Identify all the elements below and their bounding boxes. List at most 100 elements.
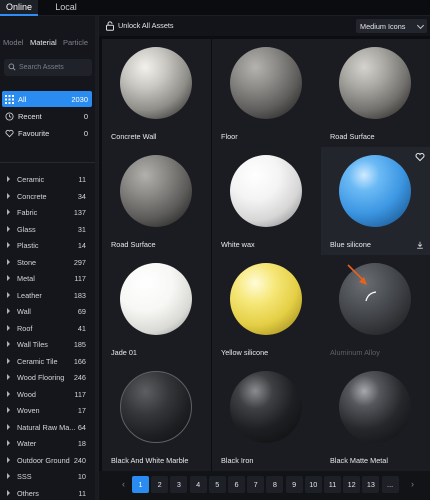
asset-card[interactable]: Black And White Marble: [102, 363, 211, 471]
asset-card[interactable]: Blue silicone: [321, 147, 430, 255]
category-item[interactable]: Natural Raw Ma... 64: [0, 419, 99, 435]
expand-arrow-icon[interactable]: [7, 209, 10, 215]
category-label: Wood Flooring: [17, 373, 65, 382]
expand-arrow-icon[interactable]: [7, 341, 10, 347]
page-number-button[interactable]: 11: [324, 476, 341, 493]
expand-arrow-icon[interactable]: [7, 258, 10, 265]
filter-count: 0: [83, 129, 88, 138]
asset-label: Black And White Marble: [111, 456, 189, 465]
category-item[interactable]: Wood Flooring 246: [0, 369, 99, 385]
expand-arrow-icon[interactable]: [7, 489, 10, 496]
page-number-button[interactable]: 4: [189, 476, 207, 493]
category-count: 64: [77, 422, 86, 432]
category-item[interactable]: Metal 117: [0, 270, 99, 286]
expand-arrow-icon[interactable]: [7, 473, 10, 479]
category-count: 183: [73, 290, 86, 300]
lock-icon: [106, 21, 114, 31]
favourite-heart-icon[interactable]: [415, 152, 425, 162]
page-number-button[interactable]: 12: [343, 476, 361, 493]
search-input[interactable]: [19, 61, 89, 74]
asset-card[interactable]: Yellow silicone: [212, 255, 321, 363]
unlock-all-button[interactable]: Unlock All Assets: [105, 19, 183, 33]
expand-arrow-icon[interactable]: [7, 374, 10, 380]
expand-arrow-icon[interactable]: [7, 407, 10, 413]
download-icon[interactable]: [416, 241, 424, 249]
asset-grid: Concrete Wall Floor Road Surface Road Surfa…: [99, 36, 430, 471]
page-number-button[interactable]: 7: [247, 476, 265, 493]
next-page-button[interactable]: ›: [404, 476, 421, 493]
page-number-button[interactable]: 9: [285, 476, 303, 493]
prev-page-button[interactable]: ‹: [115, 476, 132, 493]
filter-label: Favourite: [18, 129, 50, 138]
page-number-button[interactable]: 1: [132, 476, 149, 493]
expand-arrow-icon[interactable]: [7, 456, 10, 463]
expand-arrow-icon[interactable]: [7, 308, 10, 314]
category-item[interactable]: Wall Tiles 185: [0, 336, 99, 352]
page-number-button[interactable]: 2: [151, 476, 169, 493]
category-label: Roof: [17, 323, 33, 333]
page-number-button[interactable]: 6: [228, 476, 245, 493]
page-number-button[interactable]: 3: [170, 476, 188, 493]
category-item[interactable]: Others 11: [0, 485, 99, 500]
material-preview-sphere: [120, 263, 192, 335]
page-number-button[interactable]: 13: [362, 476, 380, 493]
grid-icon: [5, 95, 14, 104]
expand-arrow-icon[interactable]: [7, 291, 10, 298]
tab-online[interactable]: Online: [0, 0, 38, 16]
category-item[interactable]: Water 18: [0, 435, 99, 451]
category-item[interactable]: Fabric 137: [0, 204, 99, 220]
page-number-button[interactable]: 5: [208, 476, 226, 493]
category-item[interactable]: SSS 10: [0, 468, 99, 484]
asset-label: Aluminum Alloy: [330, 348, 380, 357]
page-number-button[interactable]: 10: [304, 476, 322, 493]
asset-card[interactable]: Road Surface: [102, 147, 211, 255]
category-label: Outdoor Ground: [17, 455, 70, 465]
category-item[interactable]: Wood 117: [0, 386, 99, 402]
material-preview-sphere: [339, 371, 411, 443]
expand-arrow-icon[interactable]: [7, 423, 10, 430]
expand-arrow-icon[interactable]: [7, 390, 10, 397]
expand-arrow-icon[interactable]: [7, 176, 10, 182]
tab-particle[interactable]: Particle: [63, 38, 88, 47]
expand-arrow-icon[interactable]: [7, 275, 10, 281]
expand-arrow-icon[interactable]: [7, 357, 10, 364]
filter-label: Recent: [18, 112, 42, 121]
view-mode-select[interactable]: Medium Icons: [356, 19, 427, 33]
page-number-button[interactable]: 8: [266, 476, 284, 493]
category-item[interactable]: Stone 297: [0, 254, 99, 270]
asset-card[interactable]: Road Surface: [321, 39, 430, 147]
page-ellipsis[interactable]: ...: [381, 476, 399, 493]
filter-recent[interactable]: Recent 0: [2, 108, 92, 124]
category-item[interactable]: Plastic 14: [0, 237, 99, 253]
expand-arrow-icon[interactable]: [7, 324, 10, 331]
tab-model[interactable]: Model: [3, 38, 23, 47]
asset-card[interactable]: Black Matte Metal: [321, 363, 430, 471]
asset-card[interactable]: Aluminum Alloy: [321, 255, 430, 363]
view-mode-value: Medium Icons: [360, 22, 406, 31]
category-item[interactable]: Outdoor Ground 240: [0, 452, 99, 468]
sidebar-scrollbar[interactable]: [95, 16, 98, 500]
category-count: 41: [77, 323, 86, 333]
category-item[interactable]: Woven 17: [0, 402, 99, 418]
asset-card[interactable]: Concrete Wall: [102, 39, 211, 147]
asset-card[interactable]: White wax: [212, 147, 321, 255]
expand-arrow-icon[interactable]: [7, 440, 10, 446]
category-item[interactable]: Roof 41: [0, 320, 99, 336]
asset-card[interactable]: Jade 01: [102, 255, 211, 363]
category-label: Fabric: [17, 208, 38, 217]
tab-local[interactable]: Local: [47, 0, 85, 16]
filter-all[interactable]: All 2030: [2, 91, 92, 107]
filter-favourite[interactable]: Favourite 0: [2, 125, 92, 141]
asset-card[interactable]: Black Iron: [212, 363, 321, 471]
expand-arrow-icon[interactable]: [7, 242, 10, 248]
category-item[interactable]: Wall 69: [0, 303, 99, 319]
category-item[interactable]: Concrete 34: [0, 188, 99, 204]
asset-card[interactable]: Floor: [212, 39, 321, 147]
category-item[interactable]: Ceramic Tile 166: [0, 353, 99, 369]
expand-arrow-icon[interactable]: [7, 192, 10, 199]
category-item[interactable]: Ceramic 11: [0, 171, 99, 187]
expand-arrow-icon[interactable]: [7, 225, 10, 232]
tab-material[interactable]: Material: [30, 38, 57, 47]
category-item[interactable]: Glass 31: [0, 221, 99, 237]
category-item[interactable]: Leather 183: [0, 287, 99, 303]
